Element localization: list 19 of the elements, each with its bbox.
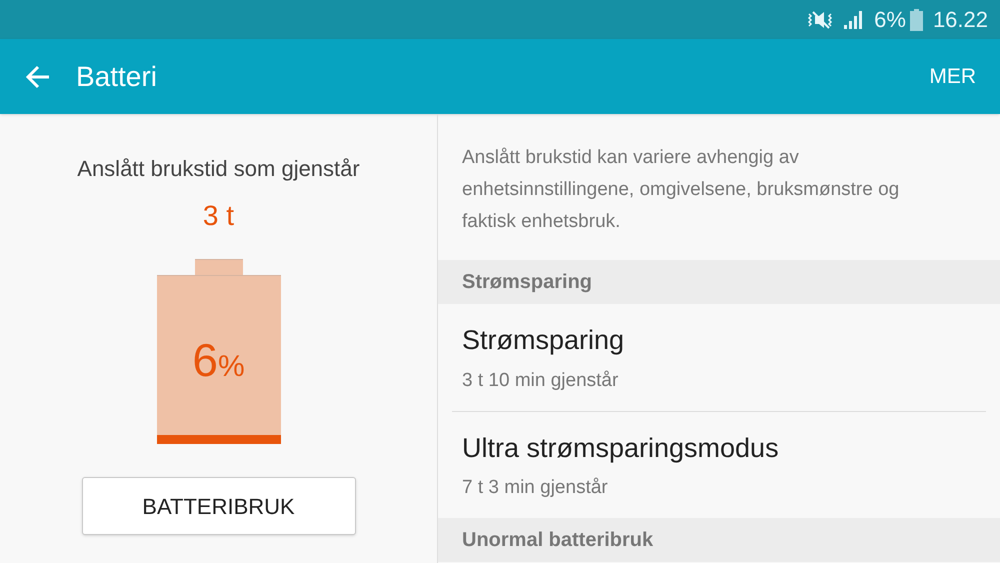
section-header: Strømsparing bbox=[438, 260, 1000, 304]
settings-item[interactable]: Strømsparing 3 t 10 min gjenstår bbox=[452, 304, 986, 411]
battery-icon bbox=[910, 8, 923, 30]
item-title: Ultra strømsparingsmodus bbox=[462, 432, 780, 465]
vibrate-mute-icon bbox=[806, 10, 834, 30]
item-subtitle: 7 t 3 min gjenstår bbox=[462, 476, 609, 500]
page-title: Batteri bbox=[76, 60, 158, 94]
battery-usage-button[interactable]: BATTERIBRUK bbox=[82, 477, 356, 535]
item-title: Strømsparing bbox=[462, 324, 626, 357]
estimate-label: Anslått brukstid som gjenstår bbox=[77, 155, 360, 183]
battery-percent-label: 6% bbox=[192, 332, 245, 388]
item-subtitle: 3 t 10 min gjenstår bbox=[462, 368, 620, 392]
battery-percent: 6% bbox=[874, 6, 906, 34]
clock: 16.22 bbox=[932, 6, 988, 34]
back-icon bbox=[25, 64, 51, 88]
usage-note: Anslått brukstid kan variere avhengig av enhetsinnstillingene, omgivelsene, bruksmønstre og faktisk enhetsbruk. bbox=[461, 146, 900, 234]
signal-icon bbox=[844, 10, 864, 28]
section-header: Unormal batteribruk bbox=[438, 518, 1000, 562]
estimate-value: 3 t bbox=[202, 199, 234, 233]
